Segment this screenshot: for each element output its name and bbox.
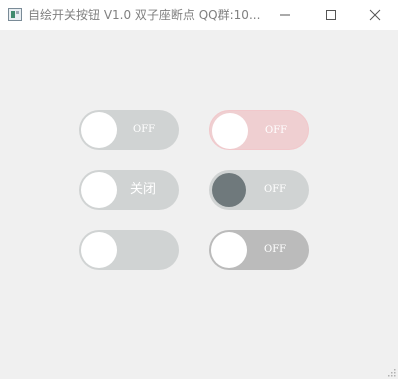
toggle-label: OFF — [133, 124, 156, 135]
toggle-knob — [212, 113, 248, 149]
toggle-switch-3[interactable]: 关闭 — [79, 170, 179, 210]
toggle-knob — [81, 112, 117, 148]
minimize-icon — [280, 14, 290, 16]
minimize-button[interactable] — [262, 0, 308, 30]
toggle-label: OFF — [264, 184, 287, 195]
toggle-switch-4[interactable]: OFF — [209, 170, 309, 210]
maximize-button[interactable] — [308, 0, 354, 30]
close-icon — [369, 9, 381, 21]
toggle-knob — [81, 172, 117, 208]
maximize-icon — [326, 10, 336, 20]
toggle-switch-5[interactable] — [79, 230, 179, 270]
app-window: 自绘开关按钮 V1.0 双子座断点 QQ群:10... OFF OFF 关闭 O… — [0, 0, 398, 379]
window-title: 自绘开关按钮 V1.0 双子座断点 QQ群:10... — [28, 8, 261, 22]
title-bar[interactable]: 自绘开关按钮 V1.0 双子座断点 QQ群:10... — [0, 0, 398, 30]
toggle-label: 关闭 — [130, 182, 157, 197]
app-window-icon — [8, 8, 22, 21]
toggle-knob — [212, 173, 246, 207]
toggle-switch-1[interactable]: OFF — [79, 110, 179, 150]
toggle-label: OFF — [264, 244, 287, 255]
toggle-switch-2[interactable]: OFF — [209, 110, 309, 150]
close-button[interactable] — [352, 0, 398, 30]
toggle-knob — [81, 232, 117, 268]
toggle-switch-6[interactable]: OFF — [209, 230, 309, 270]
toggle-label: OFF — [265, 125, 288, 136]
toggle-knob — [211, 232, 247, 268]
resize-grip-icon[interactable] — [386, 367, 396, 377]
